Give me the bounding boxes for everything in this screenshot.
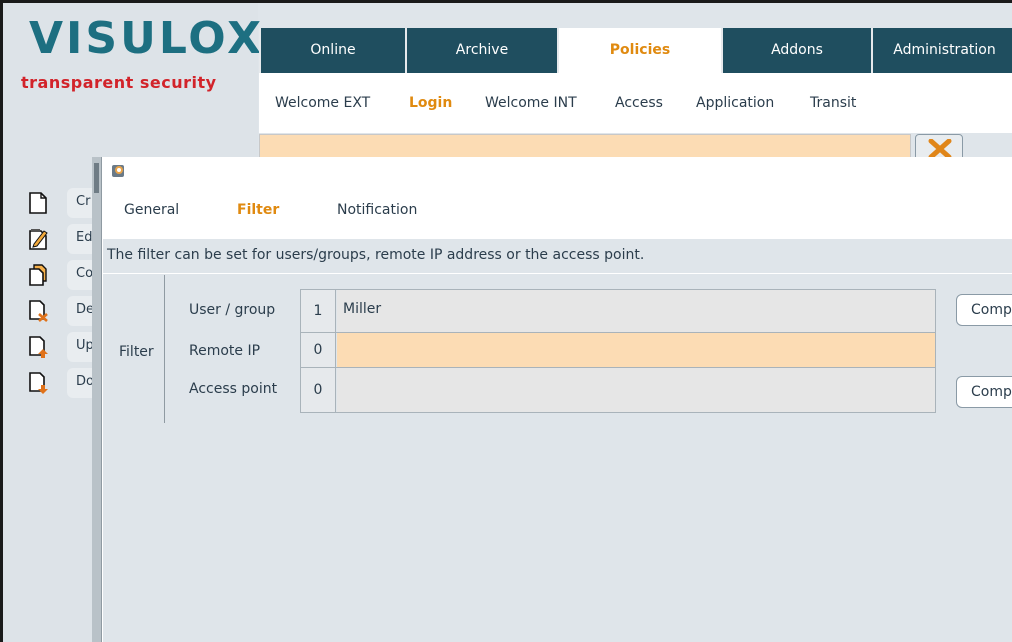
table-row[interactable]: 1 Miller [301,290,935,333]
tab-policies[interactable]: Policies [557,28,721,73]
user-group-label: User / group [189,302,276,318]
tab-addons[interactable]: Addons [721,28,871,73]
filter-section-label: Filter [119,344,154,360]
sidebar-item-delete[interactable]: De [23,294,107,330]
subtab-application[interactable]: Application [696,95,774,111]
access-point-label: Access point [189,381,278,397]
close-icon [928,139,952,159]
download-document-icon [29,372,48,394]
main-tabs: Online Archive Policies Addons Administr… [259,28,1012,73]
sidebar-item-download[interactable]: Do [23,366,107,402]
table-row[interactable]: 0 [301,333,935,368]
subtab-login[interactable]: Login [409,95,452,111]
sidebar-item-copy[interactable]: Co [23,258,107,294]
filter-grid: 1 Miller 0 0 [300,289,936,413]
delete-document-icon [29,300,48,322]
remote-ip-field[interactable] [337,333,935,367]
tab-notification[interactable]: Notification [337,202,417,218]
tab-online[interactable]: Online [259,28,405,73]
tab-filter[interactable]: Filter [237,202,279,218]
sidebar-item-create[interactable]: Cr [23,186,107,222]
tab-general[interactable]: General [124,202,179,218]
sub-tabs: Welcome EXT Login Welcome INT Access App… [259,73,1012,133]
document-icon [29,192,47,214]
tagline: transparent security [21,73,217,92]
user-group-field[interactable]: Miller [337,290,935,332]
subtab-transit[interactable]: Transit [810,95,856,111]
dialog-resize-handle[interactable] [92,157,102,642]
subtab-welcome-ext[interactable]: Welcome EXT [275,95,370,111]
sidebar-item-edit[interactable]: Ed [23,222,107,258]
edit-document-icon [29,229,48,250]
logo: VISULOX [29,13,265,64]
app-icon [112,165,124,177]
tab-administration[interactable]: Administration [871,28,1012,73]
remote-ip-count: 0 [301,333,336,367]
copy-document-icon [29,264,47,286]
selected-policy-bar[interactable] [259,134,911,159]
subtab-access[interactable]: Access [615,95,663,111]
access-point-field[interactable] [337,368,935,412]
table-row[interactable]: 0 [301,368,935,412]
sidebar-item-upload[interactable]: Up [23,330,107,366]
sidebar-actions: Cr Ed Co De Up Do [23,186,107,402]
upload-document-icon [29,336,48,358]
divider [164,275,165,423]
tab-archive[interactable]: Archive [405,28,557,73]
app-window: VISULOX transparent security Cr Ed Co De… [0,0,1012,642]
access-point-compose-button[interactable]: Comp [956,376,1012,408]
access-point-count: 0 [301,368,336,412]
remote-ip-label: Remote IP [189,343,261,359]
subtab-welcome-int[interactable]: Welcome INT [485,95,577,111]
user-group-count: 1 [301,290,336,332]
user-group-compose-button[interactable]: Comp [956,294,1012,326]
filter-info-text: The filter can be set for users/groups, … [103,239,1012,273]
